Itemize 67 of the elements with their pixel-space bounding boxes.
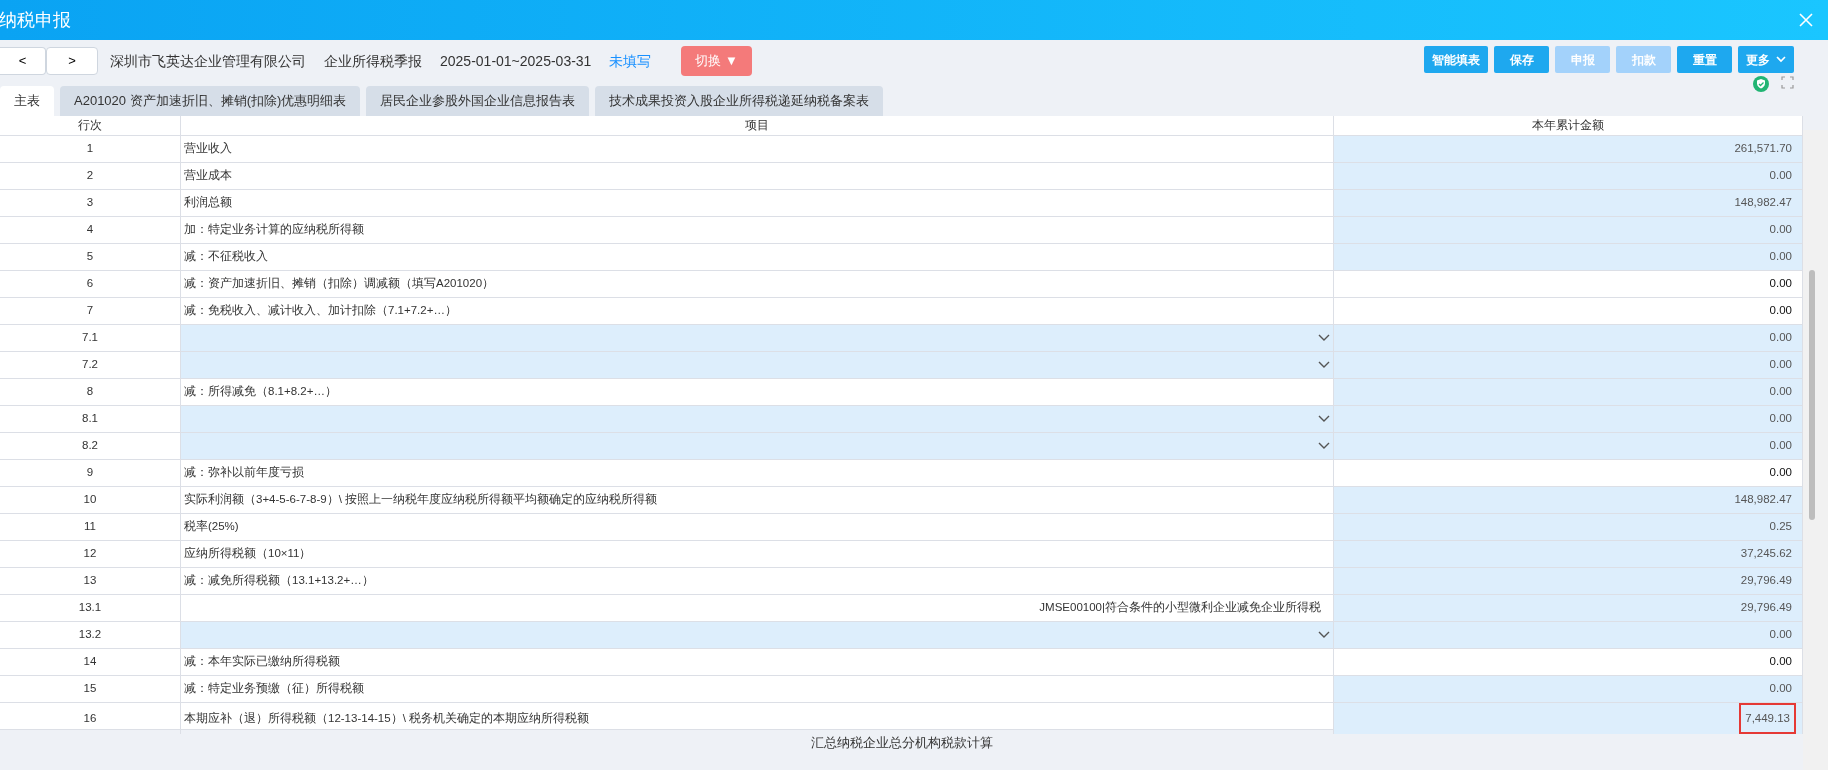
row-number: 13 — [0, 568, 181, 594]
amount-value: 0.00 — [1768, 168, 1793, 184]
chevron-down-icon — [1318, 415, 1330, 423]
chevron-down-icon — [1318, 442, 1330, 450]
row-number: 14 — [0, 649, 181, 675]
row-number: 12 — [0, 541, 181, 567]
amount-value: 0.00 — [1768, 411, 1793, 427]
tab[interactable]: A201020 资产加速折旧、摊销(扣除)优惠明细表 — [60, 86, 361, 116]
row-number: 10 — [0, 487, 181, 513]
row-number: 11 — [0, 514, 181, 540]
amount-value: 0.00 — [1768, 303, 1793, 319]
row-number: 2 — [0, 163, 181, 189]
row-number: 15 — [0, 676, 181, 702]
item-select[interactable] — [181, 406, 1334, 432]
amount-value: 0.00 — [1768, 357, 1793, 373]
row-number: 5 — [0, 244, 181, 270]
amount-value: 0.00 — [1768, 222, 1793, 238]
amount-value: 148,982.47 — [1733, 195, 1793, 211]
chevron-down-icon — [1318, 334, 1330, 342]
amount-value: 0.00 — [1768, 681, 1793, 697]
scrollbar-thumb[interactable] — [1809, 270, 1815, 520]
report-period: 2025-01-01~2025-03-31 — [440, 51, 592, 71]
column-header: 行次 — [0, 116, 181, 135]
tab[interactable]: 技术成果投资入股企业所得税递延纳税备案表 — [595, 86, 884, 116]
section-title: 汇总纳税企业总分机构税款计算 — [809, 734, 994, 752]
row-number: 16 — [0, 703, 181, 735]
row-number: 3 — [0, 190, 181, 216]
amount-value: 0.25 — [1768, 519, 1793, 535]
shield-check-icon — [1753, 76, 1769, 92]
amount-value: 29,796.49 — [1739, 600, 1793, 616]
chevron-down-icon — [1776, 56, 1786, 63]
amount-value: 148,982.47 — [1733, 492, 1793, 508]
amount-value: 0.00 — [1768, 249, 1793, 265]
row-number: 9 — [0, 460, 181, 486]
amount-value: 0.00 — [1768, 330, 1793, 346]
column-header: 项目 — [181, 116, 1334, 135]
row-number: 4 — [0, 217, 181, 243]
amount-value: 0.00 — [1768, 465, 1793, 481]
amount-value: 0.00 — [1768, 654, 1793, 670]
amount-value: 261,571.70 — [1733, 141, 1793, 157]
amount-value: 29,796.49 — [1739, 573, 1793, 589]
amount-value: 7,449.13 — [1739, 703, 1796, 735]
tab[interactable]: 主表 — [0, 86, 54, 116]
item-select[interactable] — [181, 352, 1334, 378]
amount-value: 0.00 — [1768, 276, 1793, 292]
amount-value: 0.00 — [1768, 627, 1793, 643]
chevron-down-icon — [1318, 631, 1330, 639]
window-title: 纳税申报 — [0, 8, 71, 32]
close-icon[interactable] — [1799, 13, 1813, 27]
company-name: 深圳市飞英达企业管理有限公司 — [110, 51, 306, 71]
row-number: 13.1 — [0, 595, 181, 621]
amount-value: 0.00 — [1768, 384, 1793, 400]
row-number: 8 — [0, 379, 181, 405]
row-number: 7 — [0, 298, 181, 324]
previous-button[interactable]: < — [0, 47, 46, 75]
report-type: 企业所得税季报 — [324, 51, 422, 71]
item-select[interactable] — [181, 325, 1334, 351]
row-number: 6 — [0, 271, 181, 297]
amount-value: 0.00 — [1768, 438, 1793, 454]
row-number: 1 — [0, 136, 181, 162]
fullscreen-icon[interactable] — [1781, 76, 1794, 92]
chevron-down-icon — [1318, 361, 1330, 369]
item-select[interactable] — [181, 433, 1334, 459]
item-select[interactable] — [181, 622, 1334, 648]
amount-value: 37,245.62 — [1739, 546, 1793, 562]
tab[interactable]: 居民企业参股外国企业信息报告表 — [366, 86, 590, 116]
next-button[interactable]: > — [46, 47, 98, 75]
